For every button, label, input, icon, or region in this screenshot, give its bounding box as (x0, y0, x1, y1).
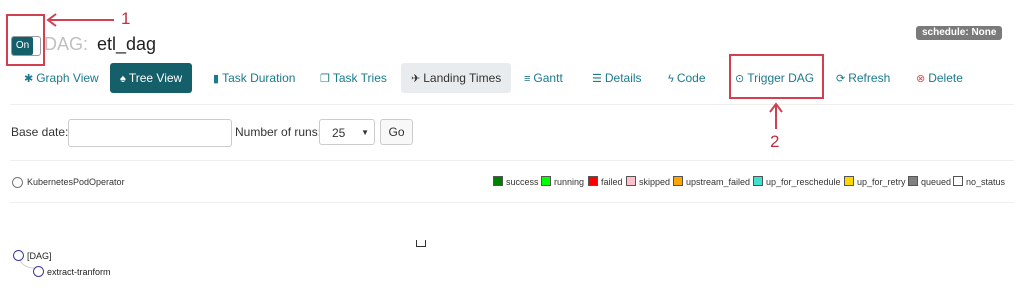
tab-landing-times[interactable]: ✈ Landing Times (401, 63, 512, 93)
legend-queued: queued (908, 176, 951, 188)
tab-label: Task Duration (222, 71, 296, 85)
schedule-badge: schedule: None (916, 26, 1003, 40)
tree-node-dag[interactable] (13, 250, 24, 261)
tab-label: Delete (928, 71, 963, 85)
tree-node-label: extract-tranform (47, 267, 111, 277)
dag-title-prefix: DAG: (44, 34, 89, 54)
tab-details[interactable]: ☰ Details (592, 63, 642, 93)
legend-label: up_for_reschedule (766, 177, 841, 187)
tab-task-tries[interactable]: ❐ Task Tries (320, 63, 387, 93)
tab-label: Gantt (533, 71, 563, 85)
plane-icon: ✈ (411, 73, 421, 85)
divider (10, 104, 1014, 105)
legend-upstream-failed: upstream_failed (673, 176, 750, 188)
list-icon: ☰ (592, 73, 602, 85)
legend-swatch (908, 176, 918, 186)
bar-chart-icon: ▮ (213, 73, 220, 85)
tab-task-duration[interactable]: ▮ Task Duration (213, 63, 295, 93)
legend-swatch (753, 176, 763, 186)
legend-label: running (554, 177, 585, 187)
legend-swatch (541, 176, 551, 186)
tab-graph-view[interactable]: ✱ Graph View (24, 63, 99, 93)
tab-label: Graph View (36, 71, 99, 85)
dag-title: etl_dag (97, 34, 157, 54)
base-date-input[interactable] (68, 119, 232, 147)
tab-label: Landing Times (423, 71, 502, 85)
duplicate-icon: ❐ (320, 73, 330, 85)
tree-node-task[interactable] (33, 266, 44, 277)
base-date-label: Base date: (11, 125, 69, 139)
divider (10, 160, 1014, 161)
tab-tree-view[interactable]: ♠ Tree View (110, 63, 193, 93)
legend-swatch (626, 176, 636, 186)
tab-delete[interactable]: ⊗ Delete (916, 63, 963, 93)
annotation-number-2: 2 (770, 132, 780, 151)
tab-gantt[interactable]: ≡ Gantt (524, 63, 563, 93)
tab-label: Task Tries (332, 71, 387, 85)
legend-failed: failed (588, 176, 623, 188)
legend-running: running (541, 176, 584, 188)
tab-refresh[interactable]: ⟳ Refresh (836, 63, 890, 93)
legend-swatch (844, 176, 854, 186)
annotation-arrow-1 (46, 13, 114, 27)
tab-label: Code (676, 71, 706, 85)
legend-label: failed (601, 177, 623, 187)
legend-label: skipped (639, 177, 671, 187)
asterisk-icon: ✱ (24, 73, 34, 85)
tree-node-label: [DAG] (27, 251, 52, 261)
legend-swatch (588, 176, 598, 186)
legend-label: success (506, 177, 539, 187)
tab-label: Refresh (848, 71, 891, 85)
legend-no-status: no_status (953, 176, 1005, 188)
legend-up-for-reschedule: up_for_reschedule (753, 176, 841, 188)
legend-up-for-retry: up_for_retry (844, 176, 906, 188)
annotation-number-1: 1 (121, 9, 131, 28)
refresh-icon: ⟳ (836, 73, 846, 85)
num-runs-label: Number of runs: (235, 125, 322, 139)
legend-swatch (673, 176, 683, 186)
tree-icon: ♠ (120, 73, 126, 85)
align-left-icon: ≡ (524, 73, 531, 85)
legend-swatch (953, 176, 963, 186)
legend-swatch (493, 176, 503, 186)
remove-circle-icon: ⊗ (916, 73, 926, 85)
annotation-box-2 (729, 54, 824, 99)
num-runs-value: 25 (332, 126, 346, 140)
num-runs-select[interactable]: 25 ▼ (319, 119, 375, 145)
tab-label: Tree View (128, 71, 183, 85)
annotation-box-1 (6, 14, 45, 66)
caret-down-icon: ▼ (361, 128, 369, 137)
divider (10, 202, 1014, 203)
operator-legend-label: KubernetesPodOperator (27, 177, 125, 187)
tab-label: Details (604, 71, 642, 85)
legend-label: upstream_failed (686, 177, 751, 187)
legend-label: up_for_retry (857, 177, 906, 187)
legend-label: no_status (966, 177, 1006, 187)
annotation-arrow-2 (769, 102, 783, 129)
legend-success: success (493, 176, 539, 188)
text-cursor-icon (416, 240, 426, 247)
legend-label: queued (921, 177, 952, 187)
go-button[interactable]: Go (380, 119, 413, 145)
operator-legend-swatch (12, 177, 23, 188)
tab-code[interactable]: ϟ Code (668, 63, 706, 93)
flash-icon: ϟ (668, 73, 674, 85)
legend-skipped: skipped (626, 176, 670, 188)
